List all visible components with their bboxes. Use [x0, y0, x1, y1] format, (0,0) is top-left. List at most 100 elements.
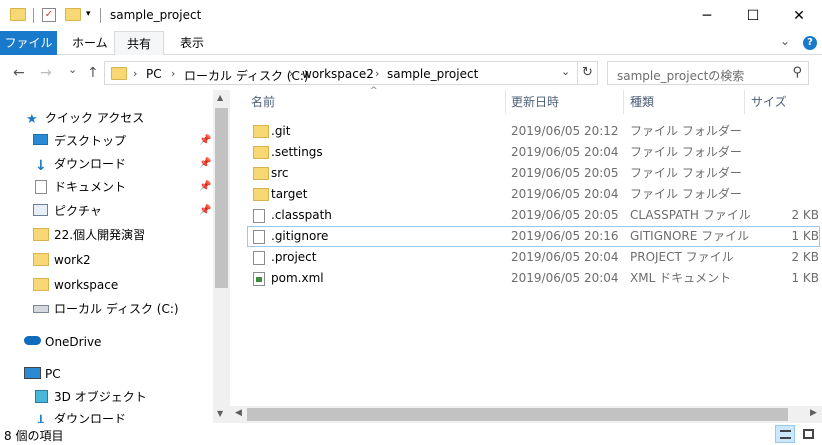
file-size: 2 KB — [791, 208, 819, 222]
address-bar[interactable]: › PC › ローカル ディスク (C:) › workspace2 › sam… — [104, 61, 578, 85]
nav-onedrive[interactable]: OneDrive — [0, 331, 210, 353]
pin-icon[interactable]: 📌 — [199, 130, 211, 152]
nav-item-label: work2 — [54, 253, 91, 267]
file-name: .gitignore — [271, 229, 329, 243]
xml-file-icon — [253, 272, 265, 286]
properties-icon[interactable]: ✓ — [42, 8, 56, 22]
nav-item-desktop[interactable]: デスクトップ 📌 — [0, 130, 211, 152]
tab-share[interactable]: 共有 — [114, 31, 165, 55]
up-button[interactable]: ↑ — [87, 65, 99, 81]
column-header-type[interactable]: 種類 — [630, 90, 744, 114]
details-view-button[interactable] — [775, 425, 795, 443]
nav-item-label: デスクトップ — [54, 134, 127, 148]
scroll-down-arrow[interactable]: ▼ — [217, 409, 223, 418]
file-name: .classpath — [271, 208, 332, 222]
nav-quick-access[interactable]: ★ クイック アクセス — [0, 107, 210, 129]
nav-onedrive-label: OneDrive — [45, 335, 102, 349]
search-input[interactable]: sample_projectの検索 ⚲ — [607, 61, 809, 85]
nav-item-pc-downloads[interactable]: ↓ ダウンロード — [0, 408, 210, 423]
column-header-date[interactable]: 更新日時 — [511, 90, 623, 114]
scroll-right-arrow[interactable]: ▶ — [810, 408, 817, 418]
tab-view[interactable]: 表示 — [168, 31, 216, 55]
close-button[interactable]: ✕ — [776, 0, 822, 31]
nav-item-folder[interactable]: 22.個人開発演習 — [0, 224, 210, 246]
nav-item-downloads[interactable]: ↓ ダウンロード 📌 — [0, 153, 211, 175]
file-row[interactable]: target 2019/06/05 20:04 ファイル フォルダー — [247, 184, 820, 205]
nav-item-work2[interactable]: work2 — [0, 249, 210, 271]
scroll-thumb[interactable] — [247, 408, 788, 421]
file-name: .git — [271, 124, 291, 138]
pin-icon[interactable]: 📌 — [199, 153, 211, 175]
column-header-size[interactable]: サイズ — [751, 90, 821, 114]
nav-item-documents[interactable]: ドキュメント 📌 — [0, 176, 211, 198]
divider — [33, 8, 34, 23]
breadcrumb-separator[interactable]: › — [133, 67, 137, 80]
nav-item-label: workspace — [54, 278, 119, 292]
scroll-thumb[interactable] — [215, 108, 228, 288]
file-name: .settings — [271, 145, 323, 159]
file-date: 2019/06/05 20:05 — [511, 208, 619, 222]
large-icons-view-button[interactable] — [798, 425, 818, 443]
file-row-focused[interactable]: .gitignore 2019/06/05 20:16 GITIGNORE ファ… — [247, 226, 820, 247]
tab-home[interactable]: ホーム — [60, 31, 120, 55]
ribbon-expand-icon[interactable]: ⌄ — [780, 34, 790, 48]
file-row[interactable]: .git 2019/06/05 20:12 ファイル フォルダー — [247, 121, 820, 142]
file-name: src — [271, 166, 289, 180]
column-divider[interactable] — [623, 90, 624, 114]
breadcrumb-separator[interactable]: › — [171, 67, 175, 80]
nav-scrollbar[interactable]: ▲ ▼ — [213, 90, 230, 423]
column-divider[interactable] — [744, 90, 745, 114]
large-icons-view-icon — [803, 429, 814, 439]
minimize-button[interactable]: ─ — [684, 0, 730, 31]
file-type: PROJECT ファイル — [630, 250, 734, 264]
horizontal-scrollbar[interactable]: ◀ ▶ — [230, 406, 822, 423]
forward-button[interactable]: → — [40, 65, 52, 81]
nav-pc[interactable]: PC — [0, 363, 210, 385]
pictures-icon — [33, 204, 48, 216]
nav-item-local-disk[interactable]: ローカル ディスク (C:) — [0, 298, 210, 320]
folder-icon — [253, 167, 269, 180]
tab-file[interactable]: ファイル — [0, 31, 57, 55]
file-icon — [253, 251, 265, 265]
breadcrumb-workspace2[interactable]: workspace2 — [302, 67, 374, 81]
column-divider[interactable] — [505, 90, 506, 114]
refresh-button[interactable]: ↻ — [578, 61, 598, 85]
nav-item-3d-objects[interactable]: 3D オブジェクト — [0, 386, 210, 408]
pin-icon[interactable]: 📌 — [199, 176, 211, 198]
file-row[interactable]: src 2019/06/05 20:05 ファイル フォルダー — [247, 163, 820, 184]
file-row[interactable]: .classpath 2019/06/05 20:05 CLASSPATH ファ… — [247, 205, 820, 226]
nav-quick-access-label: クイック アクセス — [45, 111, 145, 125]
column-header-name[interactable]: 名前 — [251, 90, 505, 114]
address-dropdown-icon[interactable]: ⌄ — [561, 65, 570, 78]
desktop-icon — [33, 134, 48, 145]
nav-item-label: 22.個人開発演習 — [54, 228, 146, 242]
file-name: .project — [271, 250, 317, 264]
file-date: 2019/06/05 20:12 — [511, 124, 619, 138]
file-date: 2019/06/05 20:04 — [511, 250, 619, 264]
maximize-button[interactable]: ☐ — [730, 0, 776, 31]
breadcrumb-pc[interactable]: PC — [146, 67, 162, 81]
nav-item-workspace[interactable]: workspace — [0, 274, 210, 296]
file-list: ^ 名前 更新日時 種類 サイズ .git 2019/06/05 20:12 フ… — [230, 86, 822, 423]
3d-objects-icon — [35, 390, 48, 403]
status-bar: 8 個の項目 — [0, 423, 822, 445]
file-name: target — [271, 187, 308, 201]
breadcrumb-separator[interactable]: › — [289, 67, 293, 80]
scroll-left-arrow[interactable]: ◀ — [235, 408, 242, 418]
search-icon[interactable]: ⚲ — [792, 65, 802, 80]
file-row[interactable]: pom.xml 2019/06/05 20:04 XML ドキュメント 1 KB — [247, 268, 820, 289]
breadcrumb-separator[interactable]: › — [375, 67, 379, 80]
pin-icon[interactable]: 📌 — [199, 200, 211, 222]
file-date: 2019/06/05 20:04 — [511, 145, 619, 159]
scroll-up-arrow[interactable]: ▲ — [217, 93, 223, 102]
file-row[interactable]: .project 2019/06/05 20:04 PROJECT ファイル 2… — [247, 247, 820, 268]
breadcrumb-sample-project[interactable]: sample_project — [387, 67, 478, 81]
new-folder-icon[interactable] — [65, 8, 81, 21]
customize-quick-access-icon[interactable]: ▾ — [86, 9, 91, 19]
file-row[interactable]: .settings 2019/06/05 20:04 ファイル フォルダー — [247, 142, 820, 163]
back-button[interactable]: ← — [13, 65, 25, 81]
recent-locations-button[interactable]: ⌄ — [68, 63, 77, 76]
nav-item-label: 3D オブジェクト — [54, 390, 147, 404]
nav-item-pictures[interactable]: ピクチャ 📌 — [0, 200, 211, 222]
help-icon[interactable]: ? — [803, 36, 817, 50]
